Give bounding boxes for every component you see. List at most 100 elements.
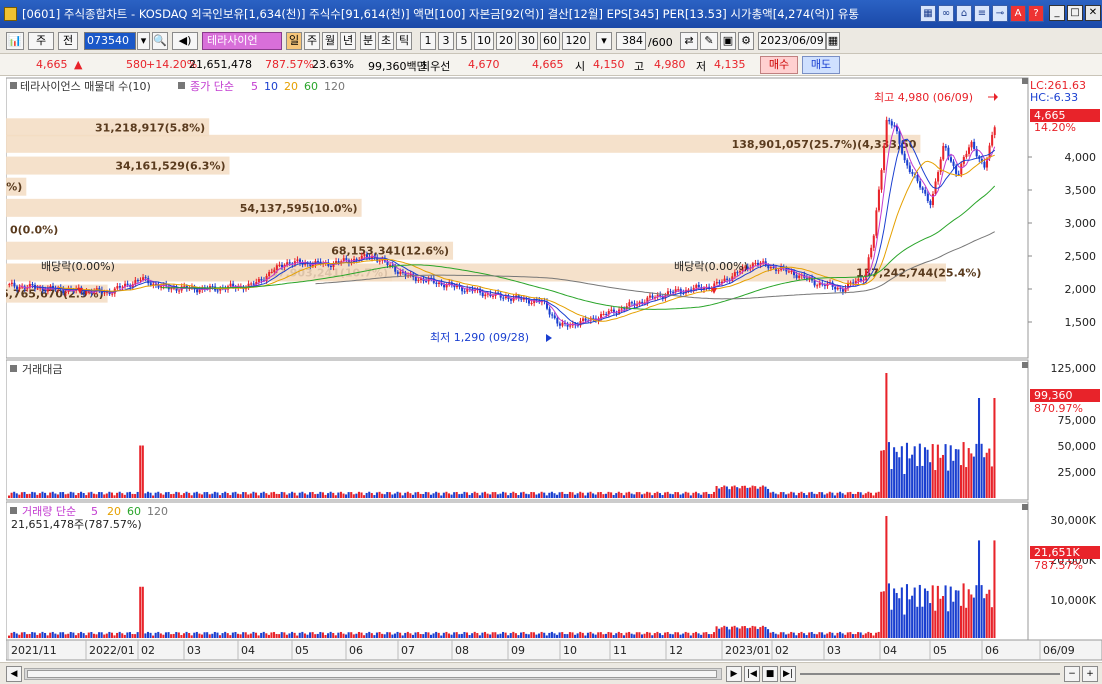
volume-bar — [540, 631, 543, 638]
minute-3-button[interactable]: 3 — [438, 32, 454, 50]
minute-20-button[interactable]: 20 — [496, 32, 516, 50]
chart-area[interactable]: 31,218,917(5.8%) 138,901,057(25.7%)(4,333… — [0, 76, 1102, 662]
search-icon[interactable]: 🔍 — [152, 32, 168, 50]
zoom-out-icon[interactable]: − — [1064, 666, 1080, 682]
close-icon[interactable]: ✕ — [1085, 5, 1101, 21]
stock-code-input[interactable]: 073540 — [84, 32, 136, 50]
interval-dropdown-icon[interactable]: ▾ — [596, 32, 612, 50]
chart-type-icon[interactable]: 📊 — [6, 32, 24, 50]
period-tick-button[interactable]: 틱 — [396, 32, 412, 50]
minute-10-button[interactable]: 10 — [474, 32, 494, 50]
last-page-icon[interactable]: ▶| — [780, 666, 796, 682]
amount-bar — [118, 491, 121, 498]
chart-scrollbar[interactable]: ◀ ▶ |◀ ■ ▶| − + — [0, 662, 1102, 684]
volume-bar — [316, 633, 319, 638]
minimize-icon[interactable]: _ — [1049, 5, 1065, 21]
window-grid-icon[interactable]: ▦ — [920, 5, 936, 22]
minute-1-button[interactable]: 1 — [420, 32, 436, 50]
candle-body — [582, 318, 585, 321]
amount-bar — [177, 492, 180, 498]
scroll-thumb[interactable] — [27, 670, 717, 678]
scroll-right-icon[interactable]: ▶ — [726, 666, 742, 682]
volume-bar — [694, 631, 698, 638]
amount-bar — [185, 491, 188, 498]
amount-close-icon[interactable] — [1022, 362, 1028, 368]
scroll-left-icon[interactable]: ◀ — [6, 666, 22, 682]
amount-bar — [638, 492, 641, 498]
list-icon[interactable]: ≡ — [974, 5, 990, 22]
period-minute-button[interactable]: 분 — [360, 32, 376, 50]
candle-body — [13, 282, 16, 287]
pin-icon[interactable]: ⊸ — [992, 5, 1008, 22]
scroll-track[interactable] — [24, 668, 722, 680]
volume-bar — [10, 632, 13, 638]
home-icon[interactable]: ⌂ — [956, 5, 972, 22]
minute-60-button[interactable]: 60 — [540, 32, 560, 50]
candle-body — [867, 257, 870, 271]
font-icon[interactable]: A — [1010, 5, 1026, 22]
volume-bar — [527, 634, 530, 638]
stock-chart[interactable]: 31,218,917(5.8%)138,901,057(25.7%)(4,333… — [0, 76, 1102, 662]
amount-bar — [563, 493, 566, 498]
calendar-icon[interactable]: ▦ — [826, 32, 840, 50]
volume-bar — [419, 634, 422, 638]
amount-bar — [803, 493, 806, 498]
amount-bar — [278, 494, 281, 498]
mode-jeon-button[interactable]: 전 — [58, 32, 78, 50]
volume-menu-icon[interactable] — [10, 507, 17, 514]
bar-count-input[interactable]: 384 — [616, 32, 646, 50]
save-icon[interactable]: ▣ — [720, 32, 736, 50]
period-week-button[interactable]: 주 — [304, 32, 320, 50]
candle-body — [852, 282, 855, 284]
volume-bar — [406, 631, 409, 638]
amount-bar — [195, 491, 198, 498]
amount-bar — [898, 457, 901, 498]
volume-bar — [273, 632, 276, 638]
help-icon[interactable]: ? — [1028, 5, 1044, 22]
amount-bar — [105, 493, 108, 498]
volume-bar — [401, 635, 404, 638]
buy-order-button[interactable]: 매수 — [760, 56, 798, 74]
amount-menu-icon[interactable] — [10, 365, 17, 372]
candle-body — [530, 302, 533, 304]
maximize-icon[interactable]: □ — [1067, 5, 1083, 21]
link-icon[interactable]: ∞ — [938, 5, 954, 22]
amount-bar — [787, 493, 790, 498]
x-axis-label: 05 — [295, 644, 309, 657]
sync-icon[interactable]: ⇄ — [680, 32, 698, 50]
price-axis-label: 3,000 — [1065, 217, 1097, 230]
zoom-slider[interactable] — [800, 673, 1060, 675]
stop-icon[interactable]: ■ — [762, 666, 778, 682]
volume-bar — [427, 632, 430, 638]
sound-icon[interactable]: ◀) — [172, 32, 198, 50]
code-dropdown-icon[interactable]: ▾ — [137, 32, 150, 50]
stock-name-field[interactable]: 테라사이언 — [202, 32, 282, 50]
amount-bar — [947, 470, 950, 498]
volume-close-icon[interactable] — [1022, 504, 1028, 510]
low-price: 4,135 — [714, 58, 746, 71]
amount-bar — [592, 493, 595, 498]
candle-body — [216, 290, 219, 292]
draw-tools-icon[interactable]: ✎ — [700, 32, 718, 50]
minute-120-button[interactable]: 120 — [562, 32, 590, 50]
volume-bar — [777, 634, 780, 638]
minute-5-button[interactable]: 5 — [456, 32, 472, 50]
period-second-button[interactable]: 초 — [378, 32, 394, 50]
date-input[interactable]: 2023/06/09 — [758, 32, 826, 50]
zoom-in-icon[interactable]: + — [1082, 666, 1098, 682]
sell-order-button[interactable]: 매도 — [802, 56, 840, 74]
mode-ju-button[interactable]: 주 — [28, 32, 54, 50]
period-month-button[interactable]: 월 — [322, 32, 338, 50]
panel-menu-icon[interactable] — [10, 82, 17, 89]
panel-close-icon[interactable] — [1022, 78, 1028, 84]
period-day-button[interactable]: 일 — [286, 32, 302, 50]
volume-bar — [92, 633, 95, 638]
candle-body — [126, 283, 129, 285]
volume-bar — [769, 632, 772, 638]
amount-bar — [707, 493, 710, 498]
settings-gear-icon[interactable]: ⚙ — [738, 32, 754, 50]
minute-30-button[interactable]: 30 — [518, 32, 538, 50]
first-page-icon[interactable]: |◀ — [744, 666, 760, 682]
ma-menu-icon[interactable] — [178, 82, 185, 89]
period-year-button[interactable]: 년 — [340, 32, 356, 50]
